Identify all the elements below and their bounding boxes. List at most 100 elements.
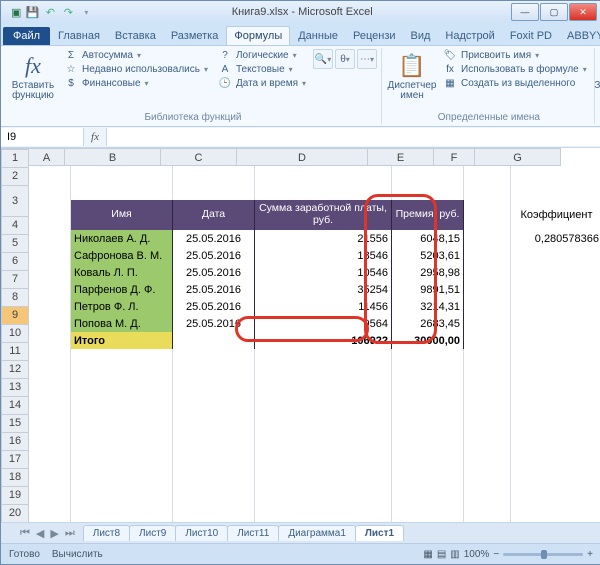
cell-E[interactable] [392, 349, 464, 367]
col-header-B[interactable]: B [65, 148, 161, 166]
more-func-button[interactable]: ⋯ [357, 49, 377, 69]
maximize-button[interactable]: ▢ [540, 3, 568, 21]
cell-E[interactable]: 3214,31 [392, 298, 464, 316]
cell-D[interactable] [255, 383, 392, 401]
tab-layout[interactable]: Разметка [164, 27, 226, 45]
cell-D[interactable]: 9564 [255, 315, 392, 333]
cell-G[interactable]: 0,280578366 [511, 230, 600, 248]
cell-G[interactable] [511, 298, 600, 316]
cell-G[interactable]: Коэффициент [511, 200, 600, 231]
cell-F[interactable] [464, 264, 511, 282]
cell-E[interactable] [392, 468, 464, 486]
fx-button[interactable]: fx [84, 131, 106, 143]
tab-insert[interactable]: Вставка [108, 27, 163, 45]
cell-A[interactable] [29, 383, 71, 401]
cell-D[interactable] [255, 417, 392, 435]
cell-B[interactable]: Петров Ф. Л. [71, 298, 173, 316]
cell-C[interactable] [173, 451, 255, 469]
cell-B[interactable]: Попова М. Д. [71, 315, 173, 333]
row-header[interactable]: 10 [1, 325, 29, 343]
undo-icon[interactable]: ↶ [43, 5, 57, 19]
cell-F[interactable] [464, 468, 511, 486]
lookup-button[interactable]: 🔍 [313, 49, 333, 69]
cell-D[interactable] [255, 400, 392, 418]
cell-G[interactable] [511, 502, 600, 520]
col-header-E[interactable]: E [368, 148, 434, 166]
tab-addins[interactable]: Надстрой [438, 27, 501, 45]
cell-A[interactable] [29, 230, 71, 248]
qat-customize-icon[interactable] [79, 5, 93, 19]
worksheet[interactable]: 1234567891011121314151617181920212223242… [1, 148, 600, 522]
cell-E[interactable]: 30000,00 [392, 332, 464, 350]
cell-G[interactable] [511, 366, 600, 384]
cell-C[interactable] [173, 349, 255, 367]
view-pagebreak-icon[interactable]: ▥ [450, 549, 459, 560]
recent-button[interactable]: ☆Недавно использовались [61, 63, 211, 76]
cell-D[interactable] [255, 519, 392, 522]
sheet-tab[interactable]: Лист10 [175, 525, 228, 541]
cell-E[interactable] [392, 400, 464, 418]
cell-A[interactable] [29, 183, 71, 201]
cell-D[interactable] [255, 502, 392, 520]
cell-C[interactable] [173, 183, 255, 201]
sheet-tab[interactable]: Диаграмма1 [278, 525, 356, 541]
cell-C[interactable]: 25.05.2016 [173, 298, 255, 316]
cell-F[interactable] [464, 183, 511, 201]
cell-E[interactable]: 5203,61 [392, 247, 464, 265]
cell-B[interactable]: Имя [71, 200, 173, 231]
cell-C[interactable] [173, 468, 255, 486]
cell-B[interactable] [71, 349, 173, 367]
insert-function-button[interactable]: fx Вставитьфункцию [9, 49, 57, 105]
row-header[interactable]: 14 [1, 397, 29, 415]
financial-button[interactable]: $Финансовые [61, 77, 211, 90]
cell-C[interactable] [173, 485, 255, 503]
cell-E[interactable] [392, 383, 464, 401]
tab-home[interactable]: Главная [51, 27, 107, 45]
close-button[interactable]: ✕ [569, 3, 597, 21]
cell-D[interactable] [255, 166, 392, 184]
cell-F[interactable] [464, 247, 511, 265]
row-header[interactable]: 7 [1, 271, 29, 289]
view-pagelayout-icon[interactable]: ▤ [437, 549, 446, 560]
cell-E[interactable] [392, 434, 464, 452]
cell-E[interactable] [392, 485, 464, 503]
cell-C[interactable]: 25.05.2016 [173, 247, 255, 265]
sheet-tab[interactable]: Лист8 [83, 525, 130, 541]
cell-G[interactable] [511, 434, 600, 452]
col-header-A[interactable]: A [29, 148, 65, 166]
cell-B[interactable] [71, 166, 173, 184]
cell-E[interactable]: 2958,98 [392, 264, 464, 282]
cell-C[interactable] [173, 519, 255, 522]
cell-A[interactable] [29, 400, 71, 418]
cell-A[interactable] [29, 485, 71, 503]
row-header[interactable]: 19 [1, 487, 29, 505]
cell-D[interactable] [255, 349, 392, 367]
cell-A[interactable] [29, 468, 71, 486]
sheet-tab[interactable]: Лист11 [227, 525, 279, 541]
sheet-tab[interactable]: Лист1 [355, 525, 404, 541]
cell-C[interactable]: Дата [173, 200, 255, 231]
cell-G[interactable] [511, 332, 600, 350]
cell-F[interactable] [464, 366, 511, 384]
cell-G[interactable] [511, 315, 600, 333]
cell-A[interactable] [29, 366, 71, 384]
minimize-button[interactable]: — [511, 3, 539, 21]
cell-F[interactable] [464, 383, 511, 401]
cell-G[interactable] [511, 468, 600, 486]
cell-D[interactable] [255, 451, 392, 469]
cell-B[interactable]: Коваль Л. П. [71, 264, 173, 282]
row-header[interactable]: 6 [1, 253, 29, 271]
cell-F[interactable] [464, 417, 511, 435]
sheet-nav-next-icon[interactable]: ▶ [47, 527, 61, 540]
file-tab[interactable]: Файл [3, 27, 50, 45]
cell-G[interactable] [511, 281, 600, 299]
cell-A[interactable] [29, 451, 71, 469]
cell-D[interactable] [255, 468, 392, 486]
name-manager-button[interactable]: 📋 Диспетчеримен [388, 49, 436, 105]
cell-F[interactable] [464, 485, 511, 503]
cell-A[interactable] [29, 281, 71, 299]
cell-B[interactable] [71, 183, 173, 201]
cell-D[interactable]: 18546 [255, 247, 392, 265]
cell-B[interactable] [71, 383, 173, 401]
cell-E[interactable] [392, 166, 464, 184]
